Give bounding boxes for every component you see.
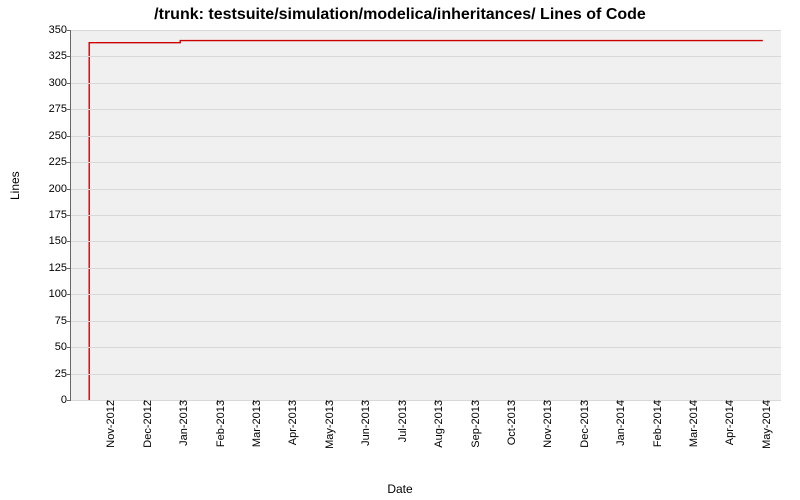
y-gridline: [71, 294, 781, 295]
y-tick-label: 150: [49, 235, 71, 247]
y-axis-label: Lines: [8, 171, 22, 200]
y-tick-label: 125: [49, 262, 71, 274]
y-gridline: [71, 136, 781, 137]
x-tick-label: Mar-2013: [249, 400, 263, 447]
y-gridline: [71, 56, 781, 57]
x-tick-label: Jul-2013: [395, 400, 409, 442]
y-gridline: [71, 321, 781, 322]
y-gridline: [71, 347, 781, 348]
x-tick-label: Apr-2014: [722, 400, 736, 445]
y-gridline: [71, 374, 781, 375]
y-tick-label: 275: [49, 103, 71, 115]
plot-area: 0255075100125150175200225250275300325350…: [70, 30, 781, 401]
y-gridline: [71, 83, 781, 84]
y-tick-label: 350: [49, 24, 71, 36]
x-tick-label: Mar-2014: [686, 400, 700, 447]
x-tick-label: Jan-2014: [613, 400, 627, 446]
x-tick-label: Feb-2014: [650, 400, 664, 447]
x-tick-label: Aug-2013: [431, 400, 445, 448]
y-tick-label: 25: [55, 368, 71, 380]
x-tick-label: Dec-2013: [577, 400, 591, 448]
y-gridline: [71, 241, 781, 242]
y-tick-label: 75: [55, 315, 71, 327]
x-tick-label: Sep-2013: [468, 400, 482, 448]
y-tick-label: 325: [49, 50, 71, 62]
chart-container: /trunk: testsuite/simulation/modelica/in…: [0, 0, 800, 500]
x-tick-label: Feb-2013: [213, 400, 227, 447]
x-tick-label: Dec-2012: [140, 400, 154, 448]
x-tick-label: Jan-2013: [176, 400, 190, 446]
y-tick-label: 100: [49, 288, 71, 300]
x-tick-label: May-2014: [759, 400, 773, 449]
y-tick-label: 250: [49, 130, 71, 142]
chart-title: /trunk: testsuite/simulation/modelica/in…: [0, 0, 800, 24]
y-tick-label: 300: [49, 77, 71, 89]
y-gridline: [71, 162, 781, 163]
y-gridline: [71, 268, 781, 269]
y-tick-label: 0: [61, 394, 71, 406]
x-tick-label: Nov-2012: [103, 400, 117, 448]
y-tick-label: 200: [49, 183, 71, 195]
x-tick-label: Nov-2013: [540, 400, 554, 448]
x-axis-label: Date: [387, 482, 412, 496]
x-tick-label: Apr-2013: [285, 400, 299, 445]
series-line: [89, 41, 763, 400]
x-tick-label: Jun-2013: [358, 400, 372, 446]
y-gridline: [71, 109, 781, 110]
y-tick-label: 50: [55, 341, 71, 353]
y-gridline: [71, 215, 781, 216]
y-tick-label: 175: [49, 209, 71, 221]
x-tick-label: May-2013: [322, 400, 336, 449]
y-tick-label: 225: [49, 156, 71, 168]
x-tick-label: Oct-2013: [504, 400, 518, 445]
y-gridline: [71, 30, 781, 31]
y-gridline: [71, 189, 781, 190]
